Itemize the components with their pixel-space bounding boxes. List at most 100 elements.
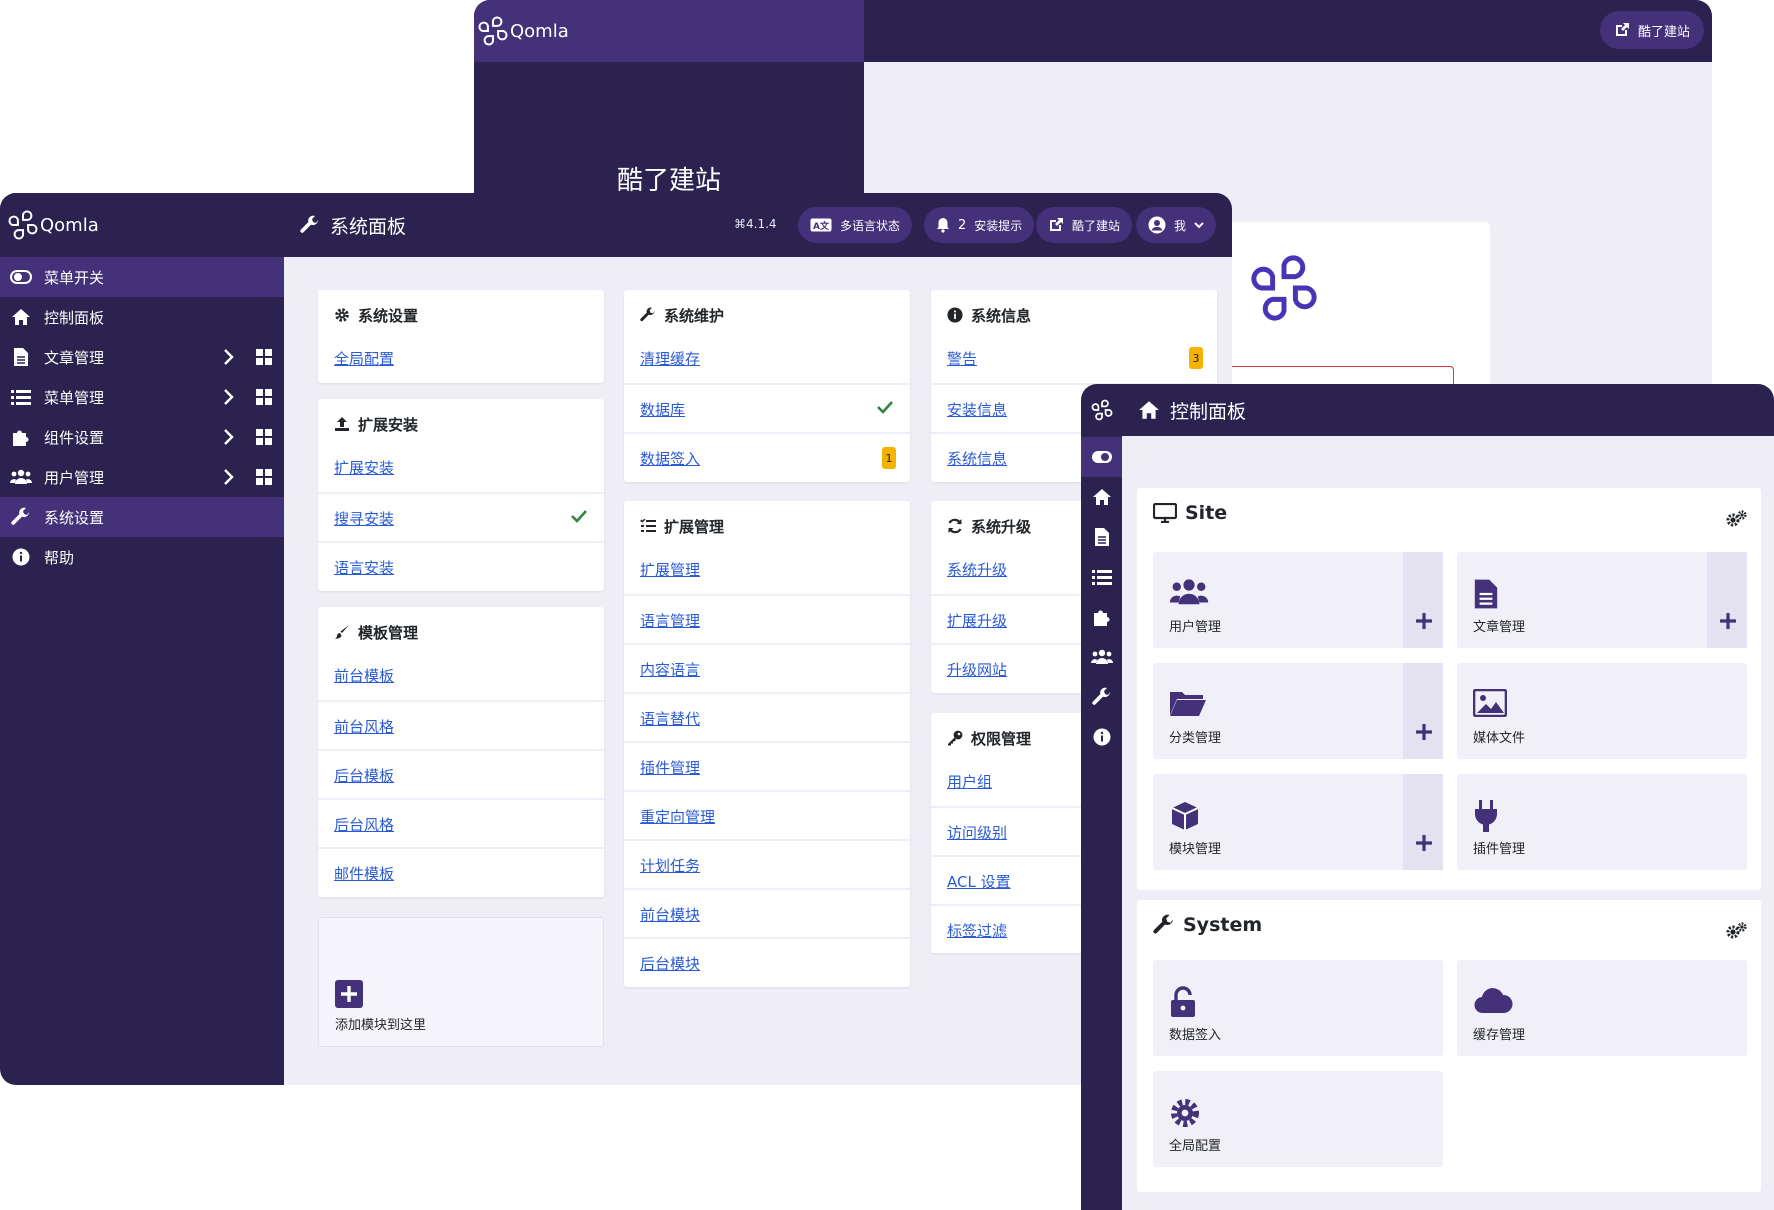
back-visit-site-button[interactable]: 酷了建站 [1599, 11, 1704, 49]
tile-categories[interactable]: 分类管理 [1153, 663, 1443, 759]
cloud-icon [1474, 988, 1513, 1014]
list-check-icon [640, 519, 656, 532]
link-access-levels[interactable]: 访问级别 [947, 822, 1007, 843]
sidebar-item-components[interactable]: 组件设置 [0, 417, 284, 457]
back-brand[interactable]: Qomla [474, 0, 864, 62]
dashboard-grid-icon[interactable] [256, 349, 272, 365]
key-icon [948, 730, 963, 746]
cogs-icon[interactable] [1725, 922, 1747, 940]
home-icon [1139, 401, 1159, 419]
sidebar-item-menus[interactable]: 菜单管理 [0, 377, 284, 417]
link-user-groups[interactable]: 用户组 [947, 771, 992, 792]
section-title: System [1153, 914, 1262, 936]
link-plugins[interactable]: 插件管理 [640, 757, 700, 778]
chevron-right-icon[interactable] [222, 428, 234, 446]
cogs-icon[interactable] [1725, 510, 1747, 528]
multilang-status-button[interactable]: A文 多语言状态 [798, 207, 913, 243]
tile-plugins[interactable]: 插件管理 [1457, 774, 1747, 870]
add-module-card[interactable]: 添加模块到这里 [318, 917, 604, 1047]
link-manage-extensions[interactable]: 扩展管理 [640, 559, 700, 580]
card-title: 权限管理 [947, 713, 1031, 763]
add-user-button[interactable] [1403, 552, 1443, 648]
upload-icon [335, 417, 349, 431]
rail-logo[interactable] [1081, 384, 1122, 436]
link-update-sites[interactable]: 升级网站 [947, 659, 1007, 680]
sidebar-item-help[interactable]: 帮助 [0, 537, 284, 577]
link-global-config[interactable]: 全局配置 [334, 348, 394, 369]
link-text-filters[interactable]: 标签过滤 [947, 920, 1007, 941]
users-icon [1169, 579, 1209, 605]
rail-components[interactable] [1081, 597, 1122, 637]
add-article-button[interactable] [1707, 552, 1747, 648]
page-title: 控制面板 [1138, 384, 1246, 436]
control-panel-window: 控制面板 Site 用户管理 文章管理 分类管理 媒体文件 模块管理 插件管理 … [1081, 384, 1774, 1210]
link-install-extensions[interactable]: 扩展安装 [334, 457, 394, 478]
add-module-button[interactable] [1403, 774, 1443, 870]
user-menu-button[interactable]: 我 [1136, 207, 1217, 243]
tile-cache[interactable]: 缓存管理 [1457, 960, 1747, 1056]
chevron-right-icon[interactable] [222, 348, 234, 366]
link-site-templates[interactable]: 前台模板 [334, 665, 394, 686]
link-joomla-update[interactable]: 系统升级 [947, 559, 1007, 580]
link-system-information[interactable]: 系统信息 [947, 448, 1007, 469]
chevron-right-icon[interactable] [222, 388, 234, 406]
list-icon [10, 386, 32, 408]
dashboard-grid-icon[interactable] [256, 429, 272, 445]
link-extension-update[interactable]: 扩展升级 [947, 610, 1007, 631]
link-content-languages[interactable]: 内容语言 [640, 659, 700, 680]
link-languages[interactable]: 语言管理 [640, 610, 700, 631]
chevron-right-icon[interactable] [222, 468, 234, 486]
tile-articles[interactable]: 文章管理 [1457, 552, 1747, 648]
dashboard-grid-icon[interactable] [256, 469, 272, 485]
visit-site-button[interactable]: 酷了建站 [1036, 207, 1133, 243]
link-admin-templates[interactable]: 后台模板 [334, 765, 394, 786]
link-mail-templates[interactable]: 邮件模板 [334, 863, 394, 884]
install-notices-button[interactable]: 2 安装提示 [924, 207, 1035, 243]
puzzle-icon [10, 426, 32, 448]
tile-users[interactable]: 用户管理 [1153, 552, 1443, 648]
sidebar-item-articles[interactable]: 文章管理 [0, 337, 284, 377]
tile-global-config[interactable]: 全局配置 [1153, 1071, 1443, 1167]
list-item: 后台模板 [318, 749, 604, 798]
link-admin-modules[interactable]: 后台模块 [640, 953, 700, 974]
rail-users[interactable] [1081, 637, 1122, 677]
tile-global-checkin[interactable]: 数据签入 [1153, 960, 1443, 1056]
link-install-languages[interactable]: 语言安装 [334, 557, 394, 578]
tile-media[interactable]: 媒体文件 [1457, 663, 1747, 759]
mid-brand[interactable]: Qomla [0, 193, 284, 257]
sidebar-item-label: 组件设置 [44, 428, 105, 447]
rail-articles[interactable] [1081, 517, 1122, 557]
link-discover[interactable]: 搜寻安装 [334, 508, 394, 529]
link-scheduled-tasks[interactable]: 计划任务 [640, 855, 700, 876]
rail-menus[interactable] [1081, 557, 1122, 597]
rail-menu-toggle[interactable] [1081, 437, 1122, 477]
page-title: 系统面板 [300, 193, 406, 257]
sidebar-item-label: 帮助 [44, 548, 75, 567]
rail-system[interactable] [1081, 677, 1122, 717]
site-section: Site 用户管理 文章管理 分类管理 媒体文件 模块管理 插件管理 [1137, 488, 1761, 890]
rail-dashboard[interactable] [1081, 477, 1122, 517]
sidebar-item-system[interactable]: 系统设置 [0, 497, 284, 537]
rail-help[interactable] [1081, 717, 1122, 757]
link-clear-cache[interactable]: 清理缓存 [640, 348, 700, 369]
dashboard-grid-icon[interactable] [256, 389, 272, 405]
link-language-overrides[interactable]: 语言替代 [640, 708, 700, 729]
link-global-checkin[interactable]: 数据签入 [640, 448, 700, 469]
tile-modules[interactable]: 模块管理 [1153, 774, 1443, 870]
sidebar-item-users[interactable]: 用户管理 [0, 457, 284, 497]
link-redirects[interactable]: 重定向管理 [640, 806, 715, 827]
add-category-button[interactable] [1403, 663, 1443, 759]
link-warnings[interactable]: 警告 [947, 348, 977, 369]
link-acl-settings[interactable]: ACL 设置 [947, 871, 1011, 892]
card-extensions: 扩展管理 扩展管理 语言管理 内容语言 语言替代 插件管理 重定向管理 计划任务… [624, 501, 910, 987]
sidebar-item-menu-toggle[interactable]: 菜单开关 [0, 257, 284, 297]
link-site-styles[interactable]: 前台风格 [334, 716, 394, 737]
tile-label: 模块管理 [1169, 842, 1222, 857]
puzzle-icon [1093, 610, 1109, 626]
link-site-modules[interactable]: 前台模块 [640, 904, 700, 925]
sidebar-item-dashboard[interactable]: 控制面板 [0, 297, 284, 337]
brush-icon [335, 625, 349, 639]
link-install-info[interactable]: 安装信息 [947, 399, 1007, 420]
link-admin-styles[interactable]: 后台风格 [334, 814, 394, 835]
link-database[interactable]: 数据库 [640, 399, 685, 420]
